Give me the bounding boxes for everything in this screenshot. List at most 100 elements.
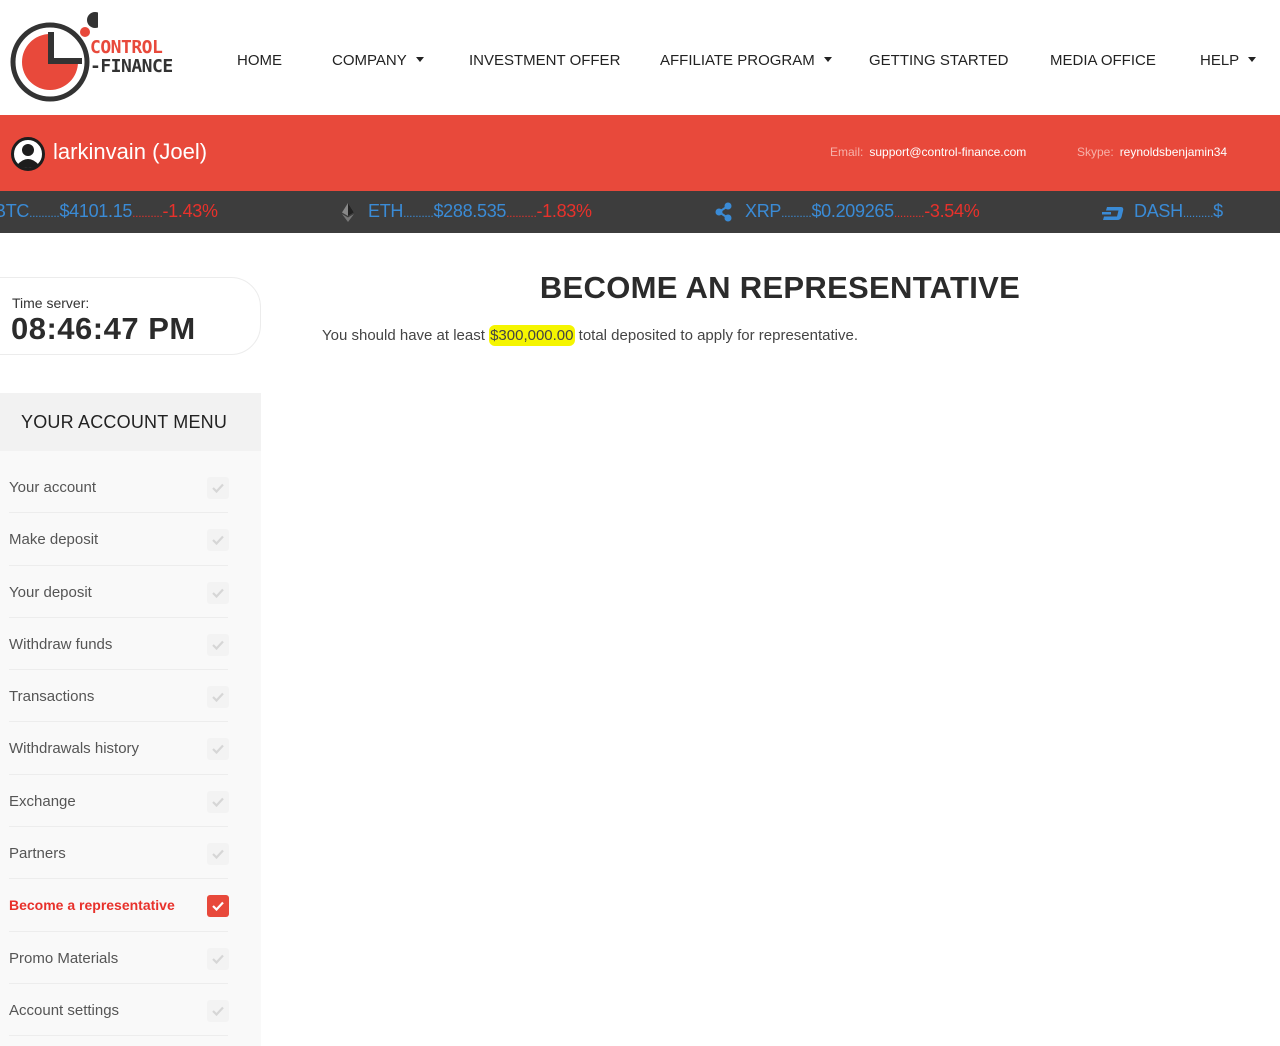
user-login: larkinvain (53, 139, 146, 164)
email-label: Email: (830, 145, 864, 159)
ticker-dots: .......... (29, 206, 60, 220)
menu-item-label: Transactions (9, 688, 95, 706)
menu-item-make-deposit[interactable]: Make deposit (0, 513, 240, 566)
ticker-item-btc: BTC..........$4101.15..........-1.43% (0, 201, 218, 222)
menu-item-label: Your account (9, 479, 97, 496)
nav-getting-started[interactable]: GETTING STARTED (869, 52, 1008, 69)
nav-investment-offer-label: INVESTMENT OFFER (469, 52, 621, 69)
ticker-item-eth: ETH..........$288.535..........-1.83% (368, 201, 592, 222)
check-icon (207, 999, 229, 1022)
ticker-change: -1.43% (162, 201, 218, 221)
requirement-text-before: You should have at least (322, 327, 490, 344)
page-title: BECOME AN REPRESENTATIVE (539, 270, 1021, 305)
menu-item-label: Your deposit (9, 583, 92, 601)
menu-item-account-settings[interactable]: Account settings (0, 984, 240, 1037)
account-menu-list: Your account Make deposit Your deposit With… (0, 461, 261, 1037)
nav-investment-offer[interactable]: INVESTMENT OFFER (469, 52, 620, 69)
contact-email: Email: support@control-finance.com (830, 145, 1026, 159)
check-icon (207, 738, 229, 761)
user-real-name: (Joel) (152, 139, 208, 164)
menu-item-label: Promo Materials (9, 949, 119, 967)
menu-item-label: Exchange (9, 792, 76, 810)
ticker-price: $0.209265 (811, 201, 894, 221)
requirement-text: You should have at least $300,000.00 tot… (322, 325, 859, 346)
requirement-text-after: total deposited to apply for representat… (574, 327, 859, 344)
nav-getting-started-label: GETTING STARTED (869, 52, 1009, 69)
required-amount: $300,000.00 (489, 325, 575, 346)
ticker-price: $ (1213, 201, 1223, 221)
nav-affiliate-program[interactable]: AFFILIATE PROGRAM (660, 52, 832, 69)
menu-item-your-account[interactable]: Your account (0, 461, 240, 514)
ripple-icon (715, 202, 732, 222)
check-icon (207, 581, 229, 604)
menu-item-label: Account settings (9, 1001, 120, 1019)
nav-home[interactable]: HOME (237, 52, 282, 69)
menu-item-partners[interactable]: Partners (0, 827, 240, 880)
menu-item-become-a-representative[interactable]: Become a representative (0, 879, 240, 932)
menu-divider (9, 1035, 228, 1037)
site-header: CONTROL -FINANCE HOME COMPANY INVESTMENT… (0, 0, 1280, 115)
user-avatar-icon (11, 137, 45, 171)
menu-item-label: Become a representative (9, 897, 175, 914)
check-icon (207, 633, 229, 656)
ticker-price: $288.535 (433, 201, 507, 221)
crypto-ticker: BTC..........$4101.15..........-1.43% ET… (0, 191, 1280, 233)
menu-item-exchange[interactable]: Exchange (0, 775, 240, 828)
nav-company[interactable]: COMPANY (332, 52, 424, 69)
ticker-dots: .......... (781, 206, 812, 220)
menu-item-label: Withdraw funds (9, 635, 113, 653)
nav-company-label: COMPANY (332, 52, 407, 69)
menu-item-your-deposit[interactable]: Your deposit (0, 566, 240, 618)
ticker-change: -3.54% (924, 201, 980, 221)
time-server-value: 08:46:47 PM (11, 311, 196, 346)
check-icon (207, 895, 229, 918)
ticker-dots: .......... (1182, 206, 1214, 220)
menu-item-withdraw-funds[interactable]: Withdraw funds (0, 618, 240, 671)
nav-help[interactable]: HELP (1200, 52, 1257, 69)
time-server-box: Time server: 08:46:47 PM (0, 277, 261, 355)
ticker-dots: .......... (132, 206, 163, 220)
ticker-change: -1.83% (536, 201, 592, 221)
menu-item-withdrawals-history[interactable]: Withdrawals history (0, 722, 240, 775)
check-icon (207, 790, 229, 813)
nav-media-office-label: MEDIA OFFICE (1050, 52, 1156, 69)
check-icon (207, 477, 229, 499)
ethereum-icon (342, 203, 354, 222)
menu-item-label: Make deposit (9, 531, 99, 549)
ticker-symbol: ETH (368, 201, 404, 221)
check-icon (207, 529, 229, 552)
ticker-symbol: BTC (0, 201, 30, 221)
user-name: larkinvain (Joel) (53, 139, 207, 165)
check-icon (207, 843, 229, 866)
email-value[interactable]: support@control-finance.com (869, 145, 1026, 159)
menu-item-transactions[interactable]: Transactions (0, 670, 240, 723)
nav-affiliate-program-label: AFFILIATE PROGRAM (660, 52, 815, 69)
contact-skype: Skype: reynoldsbenjamin34 (1077, 145, 1227, 159)
skype-label: Skype: (1077, 145, 1114, 159)
caret-down-icon (823, 57, 832, 62)
dash-icon (1102, 207, 1124, 220)
nav-help-label: HELP (1200, 52, 1240, 69)
check-icon (207, 686, 229, 709)
check-icon (207, 947, 229, 970)
ticker-symbol: DASH (1134, 201, 1183, 221)
ticker-symbol: XRP (745, 201, 782, 221)
menu-item-label: Withdrawals history (9, 740, 140, 758)
logo-mark-icon (10, 12, 98, 102)
caret-down-icon (1248, 57, 1257, 62)
logo-line-2: -FINANCE (90, 56, 173, 77)
nav-home-label: HOME (237, 52, 282, 69)
logo-text: CONTROL -FINANCE (90, 38, 173, 76)
user-bar: larkinvain (Joel) Email: support@control-… (0, 115, 1280, 191)
menu-item-promo-materials[interactable]: Promo Materials (0, 932, 240, 984)
site-logo[interactable]: CONTROL -FINANCE (8, 12, 193, 104)
ticker-item-xrp: XRP..........$0.209265..........-3.54% (745, 201, 980, 222)
ticker-dots: .......... (506, 206, 537, 220)
ticker-dots: .......... (403, 206, 434, 220)
ticker-dots: .......... (893, 206, 925, 220)
ticker-price: $4101.15 (59, 201, 133, 221)
account-menu-title: YOUR ACCOUNT MENU (0, 393, 261, 451)
logo-line-1: CONTROL (90, 37, 163, 58)
skype-value[interactable]: reynoldsbenjamin34 (1120, 145, 1227, 159)
nav-media-office[interactable]: MEDIA OFFICE (1050, 52, 1156, 69)
